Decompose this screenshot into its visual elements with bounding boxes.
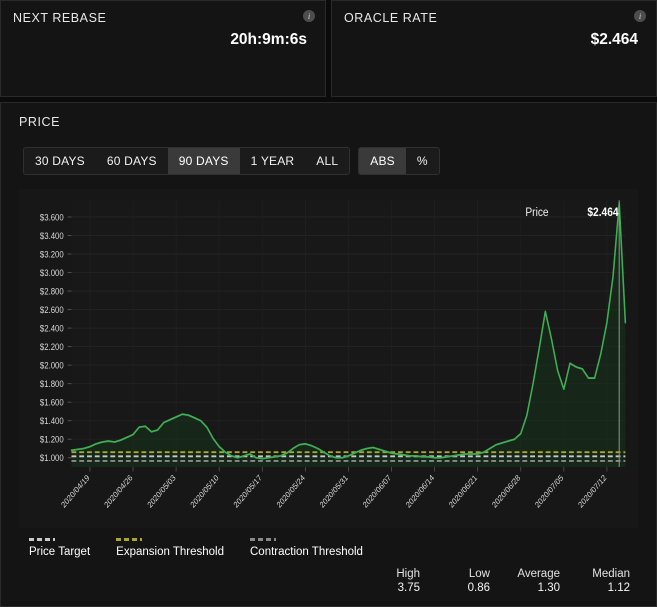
summary-stat: High 3.75 bbox=[350, 568, 420, 594]
y-tick-label: $2.800 bbox=[40, 286, 64, 297]
app-root: NEXT REBASE i 20h:9m:6s ORACLE RATE i $2… bbox=[0, 0, 657, 607]
spacer bbox=[13, 49, 313, 88]
legend-dash-icon bbox=[29, 538, 55, 541]
x-tick-label: 2020/07/12 bbox=[577, 473, 609, 510]
next-rebase-value: 20h:9m:6s bbox=[13, 31, 313, 49]
tab-[interactable]: % bbox=[406, 148, 439, 174]
x-tick-label: 2020/06/28 bbox=[490, 473, 522, 510]
oracle-rate-title: ORACLE RATE bbox=[344, 11, 644, 25]
x-tick-label: 2020/06/14 bbox=[404, 473, 436, 510]
summary-stat-label: Low bbox=[420, 568, 490, 580]
legend-label: Expansion Threshold bbox=[116, 546, 224, 558]
stat-card-oracle-rate: ORACLE RATE i $2.464 bbox=[331, 0, 657, 97]
stat-card-next-rebase: NEXT REBASE i 20h:9m:6s bbox=[0, 0, 326, 97]
summary-stat-label: Median bbox=[560, 568, 630, 580]
x-tick-label: 2020/05/10 bbox=[189, 473, 221, 510]
chart-legend: Price Target Expansion Threshold Contracti… bbox=[11, 528, 646, 558]
info-circle-icon[interactable]: i bbox=[303, 10, 315, 22]
x-tick-label: 2020/04/26 bbox=[103, 473, 135, 510]
summary-stat-value: 3.75 bbox=[350, 582, 420, 594]
x-tick-label: 2020/05/31 bbox=[318, 473, 350, 510]
range-tab-group: 30 DAYS60 DAYS90 DAYS1 YEARALL bbox=[23, 147, 350, 175]
stat-card-row: NEXT REBASE i 20h:9m:6s ORACLE RATE i $2… bbox=[0, 0, 657, 97]
summary-stat-value: 1.30 bbox=[490, 582, 560, 594]
summary-stat-label: Average bbox=[490, 568, 560, 580]
unit-tab-group: ABS% bbox=[358, 147, 440, 175]
legend-label: Price Target bbox=[29, 546, 90, 558]
tab-90-days[interactable]: 90 DAYS bbox=[168, 148, 240, 174]
y-tick-label: $3.200 bbox=[40, 249, 64, 260]
y-tick-label: $1.600 bbox=[40, 397, 64, 408]
legend-dash-icon bbox=[116, 538, 142, 541]
y-tick-label: $3.000 bbox=[40, 267, 64, 278]
summary-stat-value: 1.12 bbox=[560, 582, 630, 594]
tooltip-value: $2.464 bbox=[587, 206, 619, 219]
chart-controls: 30 DAYS60 DAYS90 DAYS1 YEARALL ABS% bbox=[11, 147, 646, 175]
y-tick-label: $2.400 bbox=[40, 323, 64, 334]
x-tick-label: 2020/05/17 bbox=[232, 473, 264, 510]
price-chart[interactable]: $1.000 $1.200 $1.400 $1.600 $1.800 $2.000 $2.2… bbox=[19, 189, 638, 528]
summary-stat: Median 1.12 bbox=[560, 568, 630, 594]
summary-stat-value: 0.86 bbox=[420, 582, 490, 594]
x-tick-label: 2020/07/05 bbox=[534, 473, 566, 510]
tab-60-days[interactable]: 60 DAYS bbox=[96, 148, 168, 174]
y-tick-label: $1.400 bbox=[40, 415, 64, 426]
x-tick-label: 2020/05/24 bbox=[275, 473, 307, 510]
next-rebase-title: NEXT REBASE bbox=[13, 11, 313, 25]
legend-item[interactable]: Contraction Threshold bbox=[250, 538, 363, 558]
y-tick-label: $1.800 bbox=[40, 378, 64, 389]
summary-stat-label: High bbox=[350, 568, 420, 580]
summary-stat: Average 1.30 bbox=[490, 568, 560, 594]
y-tick-label: $2.200 bbox=[40, 341, 64, 352]
tab-30-days[interactable]: 30 DAYS bbox=[24, 148, 96, 174]
price-panel-title: PRICE bbox=[11, 115, 646, 129]
oracle-rate-value: $2.464 bbox=[344, 31, 644, 49]
spacer bbox=[344, 49, 644, 88]
tab-abs[interactable]: ABS bbox=[359, 148, 406, 174]
summary-stat: Low 0.86 bbox=[420, 568, 490, 594]
tab-1-year[interactable]: 1 YEAR bbox=[240, 148, 306, 174]
x-tick-label: 2020/06/21 bbox=[447, 473, 479, 510]
x-tick-label: 2020/06/07 bbox=[361, 473, 393, 510]
legend-item[interactable]: Expansion Threshold bbox=[116, 538, 224, 558]
y-tick-label: $3.400 bbox=[40, 230, 64, 241]
legend-label: Contraction Threshold bbox=[250, 546, 363, 558]
legend-item[interactable]: Price Target bbox=[29, 538, 90, 558]
x-tick-label: 2020/05/03 bbox=[146, 473, 178, 510]
legend-dash-icon bbox=[250, 538, 276, 541]
tab-all[interactable]: ALL bbox=[305, 148, 349, 174]
price-chart-svg[interactable]: $1.000 $1.200 $1.400 $1.600 $1.800 $2.000 $2.2… bbox=[19, 189, 638, 528]
y-tick-label: $2.600 bbox=[40, 304, 64, 315]
info-circle-icon[interactable]: i bbox=[634, 10, 646, 22]
y-tick-label: $1.200 bbox=[40, 434, 64, 445]
y-tick-label: $1.000 bbox=[40, 453, 64, 464]
x-tick-label: 2020/04/19 bbox=[60, 473, 92, 510]
price-panel: PRICE 30 DAYS60 DAYS90 DAYS1 YEARALL ABS… bbox=[0, 102, 657, 607]
tooltip-label: Price bbox=[525, 206, 548, 219]
y-tick-label: $2.000 bbox=[40, 360, 64, 371]
chart-summary-stats: High 3.75Low 0.86Average 1.30Median 1.12 bbox=[11, 558, 646, 602]
y-tick-label: $3.600 bbox=[40, 212, 64, 223]
